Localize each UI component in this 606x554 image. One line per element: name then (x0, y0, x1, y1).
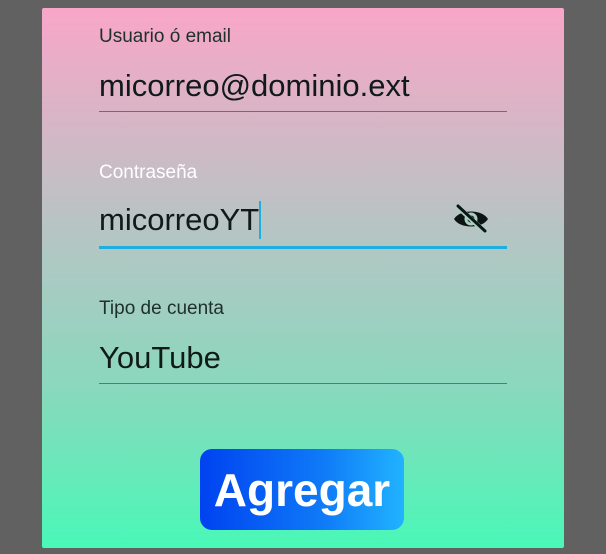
password-underline (99, 246, 507, 249)
password-value: micorreoYT (99, 202, 260, 237)
eye-off-icon[interactable] (452, 204, 490, 235)
account-type-value: YouTube (99, 340, 221, 375)
add-button[interactable]: Agregar (200, 449, 404, 530)
password-value-wrap: micorreoYT (99, 200, 507, 240)
account-type-field[interactable]: YouTube (99, 338, 507, 378)
username-field[interactable]: micorreo@dominio.ext (99, 66, 507, 106)
add-account-form: Usuario ó email micorreo@dominio.ext Con… (42, 8, 564, 548)
password-field[interactable]: micorreoYT (99, 200, 507, 240)
account-type-underline (99, 383, 507, 384)
account-type-label: Tipo de cuenta (99, 298, 224, 319)
password-label: Contraseña (99, 162, 198, 183)
username-label: Usuario ó email (99, 26, 231, 47)
username-underline (99, 111, 507, 112)
text-cursor (259, 201, 262, 239)
username-value: micorreo@dominio.ext (99, 68, 410, 103)
